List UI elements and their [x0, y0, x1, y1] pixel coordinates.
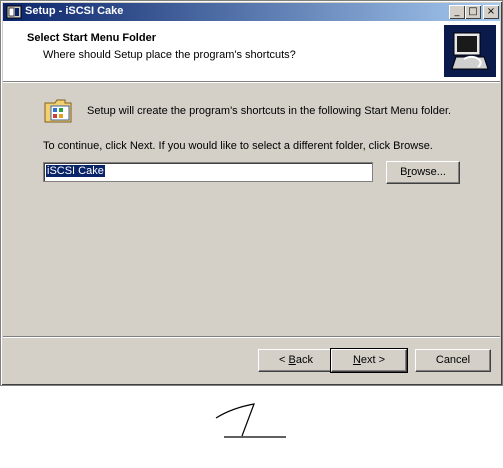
next-button[interactable]: Next >	[330, 348, 408, 373]
page-title: Select Start Menu Folder	[27, 32, 156, 44]
wizard-header: Select Start Menu Folder Where should Se…	[3, 21, 500, 82]
browse-button[interactable]: Browse...	[386, 161, 460, 184]
browse-label-post: owse...	[411, 166, 446, 178]
folder-input-value: iSCSI Cake	[46, 165, 105, 177]
start-menu-folder-icon	[44, 99, 72, 123]
back-button[interactable]: < Back	[258, 349, 334, 372]
next-label-accel: N	[352, 354, 361, 366]
back-label-accel: B	[288, 354, 296, 366]
footer-separator	[3, 336, 500, 337]
info-text: Setup will create the program's shortcut…	[87, 105, 452, 117]
title-bar[interactable]: Setup - iSCSI Cake _ □ ×	[3, 3, 500, 21]
cancel-button[interactable]: Cancel	[415, 349, 491, 372]
minimize-button[interactable]: _	[449, 5, 465, 19]
handwritten-mark	[215, 403, 286, 438]
close-button[interactable]: ×	[483, 5, 499, 19]
back-label-post: ack	[295, 354, 313, 366]
back-label-pre: <	[279, 354, 289, 366]
window-title: Setup - iSCSI Cake	[25, 5, 124, 17]
setup-app-icon	[6, 5, 22, 19]
start-menu-folder-input[interactable]: iSCSI Cake	[43, 162, 373, 182]
header-divider	[3, 82, 500, 83]
maximize-button[interactable]: □	[465, 5, 481, 19]
instruction-text: To continue, click Next. If you would li…	[43, 140, 433, 152]
setup-logo-icon	[444, 25, 496, 77]
page-subtitle: Where should Setup place the program's s…	[43, 49, 296, 61]
next-label-post: ext >	[360, 354, 386, 366]
setup-window: Setup - iSCSI Cake _ □ × Select Start Me…	[0, 0, 503, 386]
